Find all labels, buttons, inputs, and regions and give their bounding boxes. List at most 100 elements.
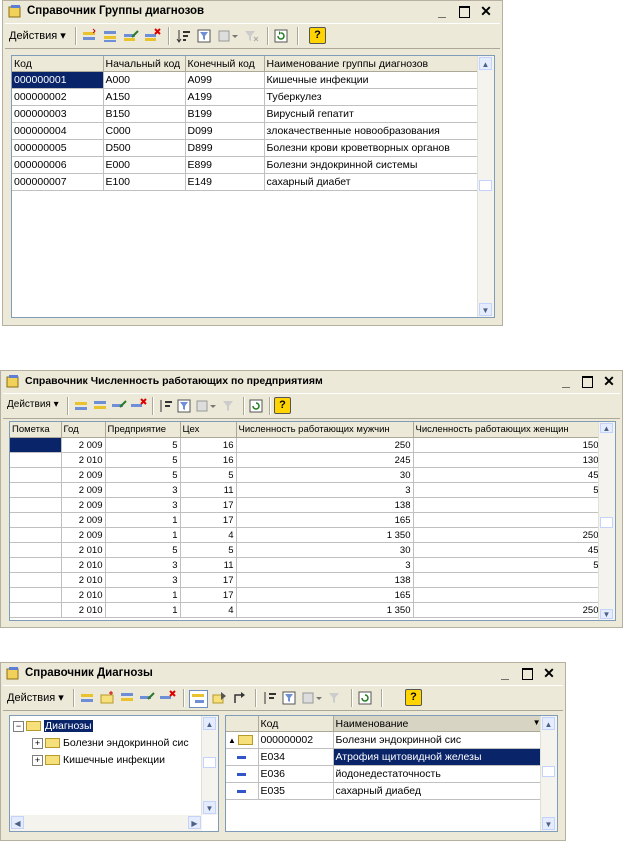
add-row-icon[interactable]: [79, 690, 96, 706]
table-row[interactable]: 000000004 C000 D099 злокачественные новообр…: [12, 122, 479, 140]
table-row[interactable]: 000000005 D500 D899 Болезни крови кроветвор…: [12, 139, 479, 157]
table-cell[interactable]: 3: [105, 572, 181, 588]
table-row[interactable]: 2 010 1 17 165: [10, 587, 602, 603]
table-cell[interactable]: E035: [258, 782, 334, 800]
table-cell[interactable]: 5: [105, 467, 181, 483]
add-group-icon[interactable]: [99, 690, 116, 706]
minimize-button[interactable]: _: [558, 373, 574, 389]
table-cell[interactable]: злокачественные новообразования: [264, 122, 479, 140]
table-cell[interactable]: 5: [180, 467, 237, 483]
table-cell[interactable]: 45: [413, 542, 602, 558]
table-cell[interactable]: 165: [236, 512, 414, 528]
table-cell[interactable]: E899: [185, 156, 265, 174]
table-cell[interactable]: 1 350: [236, 602, 414, 618]
table-cell[interactable]: Болезни эндокринной сис: [333, 731, 544, 749]
table-cell[interactable]: [10, 602, 62, 618]
table-cell[interactable]: 1: [105, 527, 181, 543]
column-header[interactable]: Численность работающих мужчин: [236, 422, 414, 438]
table-cell[interactable]: 2 009: [61, 467, 106, 483]
table-cell[interactable]: 1: [105, 587, 181, 603]
table-cell[interactable]: йодонедестаточность: [333, 765, 544, 783]
table-cell[interactable]: D899: [185, 139, 265, 157]
scroll-thumb[interactable]: [203, 757, 216, 768]
clear-filter-icon[interactable]: [327, 690, 344, 706]
close-button[interactable]: ✕: [601, 373, 617, 389]
table-row[interactable]: 2 010 1 4 1 350 250: [10, 602, 602, 618]
table-row[interactable]: 000000002 A150 A199 Туберкулез: [12, 88, 479, 106]
refresh-icon[interactable]: [357, 690, 374, 706]
table-row[interactable]: ▲ 000000002 Болезни эндокринной сис: [226, 731, 544, 749]
table-cell[interactable]: 2 009: [61, 437, 106, 453]
table-row[interactable]: 2 010 3 11 3 5: [10, 557, 602, 573]
table-cell[interactable]: [10, 527, 62, 543]
table-cell[interactable]: 2 010: [61, 557, 106, 573]
table-cell[interactable]: 4: [180, 602, 237, 618]
table-row[interactable]: 2 010 3 17 138: [10, 572, 602, 588]
delete-row-icon[interactable]: [130, 398, 147, 414]
table-cell[interactable]: 16: [180, 437, 237, 453]
table-cell[interactable]: A099: [185, 71, 265, 89]
column-header[interactable]: Конечный код: [185, 56, 265, 72]
filter-icon[interactable]: [281, 690, 298, 706]
filter-dropdown-icon[interactable]: [301, 690, 323, 706]
table-cell[interactable]: 3: [105, 482, 181, 498]
edit-row-icon[interactable]: [111, 398, 128, 414]
filter-dropdown-icon[interactable]: [195, 398, 217, 414]
column-header[interactable]: Начальный код: [103, 56, 186, 72]
table-cell[interactable]: 000000003: [12, 105, 104, 123]
scroll-thumb[interactable]: [600, 517, 613, 528]
table-cell[interactable]: 250: [413, 602, 602, 618]
table-cell[interactable]: B150: [103, 105, 186, 123]
table-cell[interactable]: [413, 512, 602, 528]
column-header[interactable]: Цех: [180, 422, 237, 438]
table-cell[interactable]: [10, 587, 62, 603]
table-row[interactable]: E035 сахарный диабед: [226, 782, 544, 800]
table-cell[interactable]: Вирусный гепатит: [264, 105, 479, 123]
table-cell[interactable]: 138: [236, 572, 414, 588]
table-row[interactable]: 000000003 B150 B199 Вирусный гепатит: [12, 105, 479, 123]
help-icon[interactable]: ?: [309, 27, 326, 44]
maximize-button[interactable]: [519, 665, 535, 681]
table-cell[interactable]: [413, 587, 602, 603]
maximize-button[interactable]: [456, 3, 472, 19]
table-cell[interactable]: 000000006: [12, 156, 104, 174]
table-cell[interactable]: [413, 497, 602, 513]
table-cell[interactable]: 150: [413, 437, 602, 453]
column-header[interactable]: Наименование группы диагнозов: [264, 56, 479, 72]
table-cell[interactable]: 17: [180, 572, 237, 588]
close-button[interactable]: ✕: [541, 665, 557, 681]
column-header[interactable]: Пометка: [10, 422, 62, 438]
actions-menu[interactable]: Действия ▾: [7, 399, 59, 410]
table-cell[interactable]: 000000007: [12, 173, 104, 191]
column-header[interactable]: Код: [258, 716, 334, 732]
level-up-icon[interactable]: [231, 690, 248, 706]
table-cell[interactable]: 3: [105, 497, 181, 513]
table-row[interactable]: 000000006 E000 E899 Болезни эндокринной сис…: [12, 156, 479, 174]
column-header[interactable]: Численность работающих женщин: [413, 422, 602, 438]
table-cell[interactable]: 245: [236, 452, 414, 468]
table-cell[interactable]: 3: [236, 482, 414, 498]
scroll-thumb[interactable]: [479, 180, 492, 191]
table-cell[interactable]: 11: [180, 557, 237, 573]
edit-row-icon[interactable]: [139, 690, 156, 706]
clear-filter-icon[interactable]: [243, 28, 260, 44]
table-cell[interactable]: D099: [185, 122, 265, 140]
column-header[interactable]: Предприятие: [105, 422, 181, 438]
table-cell[interactable]: 11: [180, 482, 237, 498]
scroll-down-icon[interactable]: ▼: [479, 303, 492, 316]
maximize-button[interactable]: [579, 373, 595, 389]
vertical-scrollbar[interactable]: ▲ ▼: [477, 56, 494, 317]
table-cell[interactable]: 30: [236, 542, 414, 558]
scroll-up-icon[interactable]: ▲: [203, 717, 216, 730]
table-cell[interactable]: Атрофия щитовидной железы: [333, 748, 544, 766]
table-cell[interactable]: 2 010: [61, 587, 106, 603]
filter-icon[interactable]: [176, 398, 193, 414]
table-cell[interactable]: E036: [258, 765, 334, 783]
table-cell[interactable]: 5: [105, 452, 181, 468]
table-cell[interactable]: сахарный диабет: [264, 173, 479, 191]
table-cell[interactable]: C000: [103, 122, 186, 140]
table-cell[interactable]: 5: [105, 542, 181, 558]
delete-row-icon[interactable]: [159, 690, 176, 706]
table-cell[interactable]: 2 010: [61, 572, 106, 588]
table-cell[interactable]: 17: [180, 512, 237, 528]
